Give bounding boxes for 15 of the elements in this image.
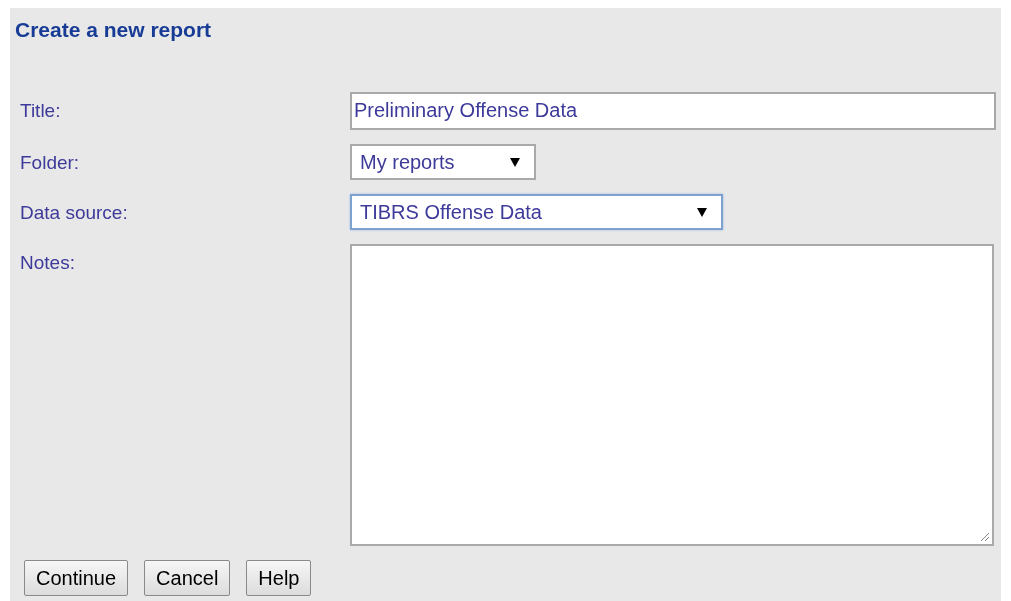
dropdown[interactable]: My reports — [350, 143, 536, 180]
field-label: Notes: — [19, 250, 76, 275]
form-button[interactable]: Continue — [24, 559, 129, 596]
field-label: Title: — [19, 98, 62, 123]
resize-handle-icon[interactable] — [980, 531, 990, 542]
caret-icon — [510, 156, 520, 167]
field-label: Data source: — [19, 200, 129, 225]
dropdown[interactable]: TIBRS Offense Data — [350, 193, 723, 230]
form-button[interactable]: Cancel — [144, 559, 231, 596]
form-button[interactable]: Help — [246, 559, 312, 596]
caret-icon — [697, 206, 707, 217]
title-field[interactable]: Preliminary Offense Data — [350, 91, 996, 130]
field-label: Folder: — [19, 150, 81, 175]
page-title: Create a new report — [15, 17, 213, 43]
notes-field[interactable] — [350, 243, 994, 546]
